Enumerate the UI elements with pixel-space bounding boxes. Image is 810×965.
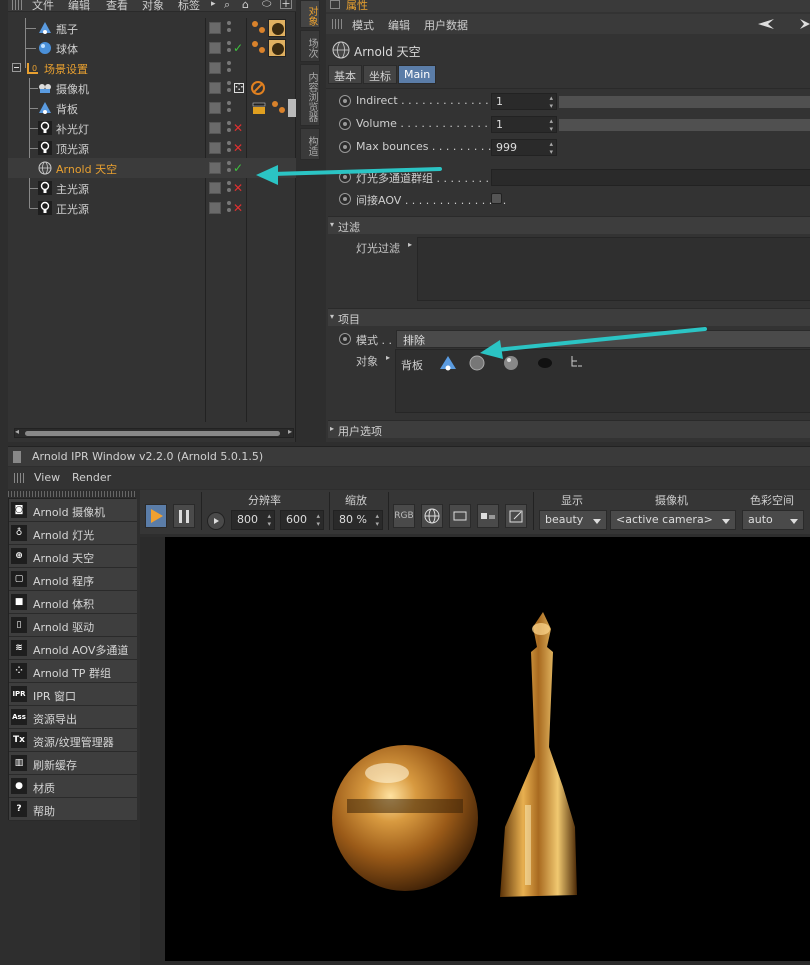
gold-bottle [500, 612, 577, 897]
toolbar-separator [388, 492, 389, 530]
menu-view[interactable]: View [34, 471, 60, 484]
plugin-menu-item[interactable]: ▯ Arnold 驱动 [9, 614, 137, 637]
arnold-plugin-menu: ◙ Arnold 摄像机 ♁ Arnold 灯光 ⊕ Arnold 天空 ▢ Arnold 程… [8, 498, 137, 821]
plugin-menu-item[interactable]: IPR IPR 窗口 [9, 683, 137, 706]
plugin-menu-item[interactable]: Ass 资源导出 [9, 706, 137, 729]
plugin-menu-label: 材质 [33, 782, 55, 795]
plugin-menu-label: IPR 窗口 [33, 690, 77, 703]
region-icon[interactable] [449, 504, 471, 528]
camera-icon: ◙ [11, 502, 27, 518]
rgb-button[interactable]: RGB [393, 504, 415, 528]
plugin-menu-label: Arnold AOV多通道 [33, 644, 129, 657]
globe-icon[interactable] [421, 504, 443, 528]
procedural-icon: ▢ [11, 571, 27, 587]
ipr-menubar: View Render [8, 467, 810, 489]
window-title: Arnold IPR Window v2.2.0 (Arnold 5.0.1.5… [32, 450, 264, 463]
ass-export-icon: Ass [11, 709, 27, 725]
compare-icon[interactable] [477, 504, 499, 528]
plugin-menu-label: 资源导出 [33, 713, 77, 726]
plugin-menu-label: Arnold 驱动 [33, 621, 95, 634]
window-icon [13, 451, 21, 463]
plugin-menu-label: 刷新缓存 [33, 759, 77, 772]
aov-layers-icon: ≋ [11, 640, 27, 656]
export-icon[interactable] [505, 504, 527, 528]
resolution-toggle-icon[interactable] [207, 512, 225, 530]
plugin-menu-label: 帮助 [33, 805, 55, 818]
play-render-button[interactable] [145, 504, 167, 528]
pause-render-button[interactable] [173, 504, 195, 528]
zoom-label: 缩放 [345, 494, 367, 507]
colorspace-dropdown[interactable]: auto [742, 510, 804, 530]
menu-render[interactable]: Render [72, 471, 111, 484]
material-ball-icon: ● [11, 778, 27, 794]
resolution-height-input[interactable]: 600 ▴ ▾ [280, 510, 324, 530]
rendered-objects [332, 612, 577, 897]
plugin-menu-item[interactable]: ▥ 刷新缓存 [9, 752, 137, 775]
plugin-menu-label: Arnold TP 群组 [33, 667, 111, 680]
resolution-label: 分辨率 [248, 494, 281, 507]
help-icon: ? [11, 801, 27, 817]
panel-grip-icon[interactable] [14, 473, 24, 483]
display-dropdown[interactable]: beauty [539, 510, 607, 530]
plugin-menu-item[interactable]: ⊕ Arnold 天空 [9, 545, 137, 568]
camera-dropdown[interactable]: <active camera> [610, 510, 736, 530]
plugin-menu-label: 资源/纹理管理器 [33, 736, 114, 749]
toolbar-separator [329, 492, 330, 530]
driver-icon: ▯ [11, 617, 27, 633]
ipr-window-titlebar: Arnold IPR Window v2.2.0 (Arnold 5.0.1.5… [8, 446, 810, 466]
light-bulb-icon: ♁ [11, 525, 27, 541]
plugin-menu-item[interactable]: ⁘ Arnold TP 群组 [9, 660, 137, 683]
annotation-arrows [256, 165, 707, 359]
plugin-menu-label: Arnold 摄像机 [33, 506, 106, 519]
menu-grip[interactable] [8, 491, 136, 497]
plugin-menu-item[interactable]: ■ Arnold 体积 [9, 591, 137, 614]
globe-icon: ⊕ [11, 548, 27, 564]
display-label: 显示 [561, 494, 583, 507]
plugin-menu-item[interactable]: ≋ Arnold AOV多通道 [9, 637, 137, 660]
plugin-menu-item[interactable]: ◙ Arnold 摄像机 [9, 499, 137, 522]
toolbar-separator [201, 492, 202, 530]
plugin-menu-item[interactable]: ● 材质 [9, 775, 137, 798]
plugin-menu-label: Arnold 天空 [33, 552, 95, 565]
toolbar-separator [533, 492, 534, 530]
plugin-menu-item[interactable]: ▢ Arnold 程序 [9, 568, 137, 591]
plugin-menu-label: Arnold 程序 [33, 575, 95, 588]
volume-icon: ■ [11, 594, 27, 610]
camera-label: 摄像机 [655, 494, 688, 507]
render-image [165, 537, 810, 961]
trash-icon: ▥ [11, 755, 27, 771]
tx-manager-icon: Tx [11, 732, 27, 748]
gold-sphere [332, 745, 478, 891]
resolution-width-input[interactable]: 800 ▴ ▾ [231, 510, 275, 530]
plugin-menu-item[interactable]: ? 帮助 [9, 798, 137, 821]
ipr-icon: IPR [11, 686, 27, 702]
colorspace-label: 色彩空间 [750, 494, 794, 507]
tp-group-icon: ⁘ [11, 663, 27, 679]
plugin-menu-label: Arnold 体积 [33, 598, 95, 611]
plugin-menu-item[interactable]: ♁ Arnold 灯光 [9, 522, 137, 545]
plugin-menu-label: Arnold 灯光 [33, 529, 95, 542]
zoom-input[interactable]: 80 % ▴ ▾ [333, 510, 383, 530]
plugin-menu-item[interactable]: Tx 资源/纹理管理器 [9, 729, 137, 752]
